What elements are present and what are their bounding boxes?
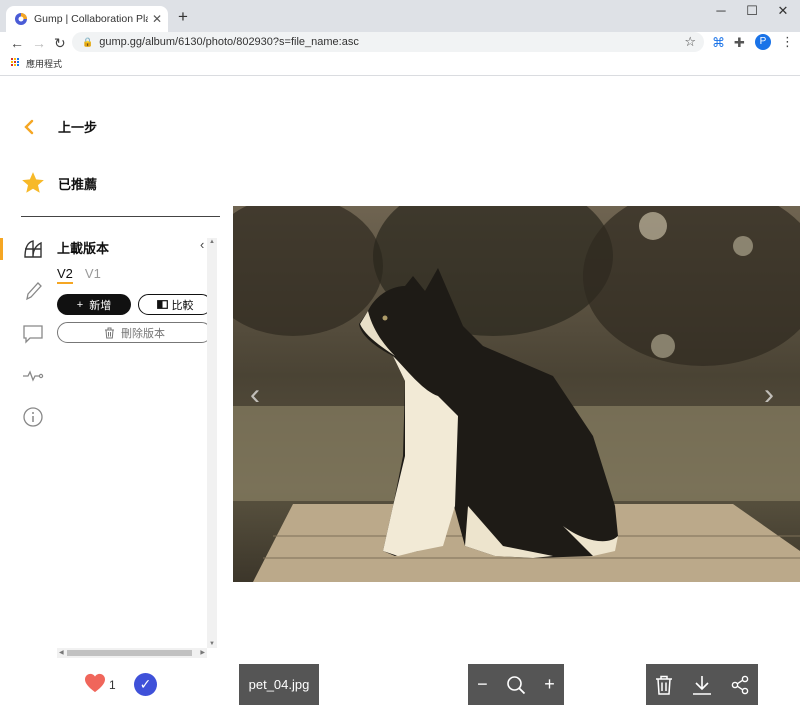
- bookmark-star-icon[interactable]: ☆: [684, 34, 696, 50]
- recommended-label: 已推薦: [58, 176, 98, 192]
- delete-photo-icon[interactable]: [655, 675, 673, 695]
- forward-arrow-icon[interactable]: →: [32, 35, 46, 51]
- delete-version-label: 刪除版本: [121, 327, 165, 340]
- tab-strip: Gump | Collaboration Platform ✕ + ─ ☐ ✕: [0, 0, 800, 32]
- scroll-right-icon[interactable]: ▶: [200, 649, 205, 656]
- minimize-button[interactable]: ─: [706, 3, 736, 18]
- add-version-button[interactable]: + 新增: [57, 294, 131, 315]
- profile-avatar[interactable]: P: [755, 34, 771, 50]
- browser-tab[interactable]: Gump | Collaboration Platform ✕: [6, 6, 168, 32]
- scroll-down-icon[interactable]: ▼: [209, 641, 215, 647]
- sidebar-divider: [21, 216, 220, 217]
- compare-label: 比較: [171, 299, 194, 312]
- lock-icon: 🔒: [82, 36, 94, 47]
- close-window-button[interactable]: ✕: [768, 3, 798, 19]
- back-arrow-icon[interactable]: ←: [10, 35, 24, 51]
- reload-icon[interactable]: ↻: [54, 35, 66, 52]
- scrollbar-thumb[interactable]: [67, 650, 192, 656]
- like-count: 1: [109, 678, 116, 692]
- star-icon: [22, 172, 44, 193]
- add-version-label: 新增: [89, 299, 112, 312]
- address-bar[interactable]: 🔒 gump.gg/album/6130/photo/802930?s=file…: [72, 32, 704, 52]
- delete-version-button[interactable]: 刪除版本: [57, 322, 212, 343]
- new-tab-button[interactable]: +: [178, 7, 188, 27]
- zoom-controls: − +: [468, 664, 564, 705]
- heart-icon[interactable]: [84, 673, 106, 693]
- recommended-toggle[interactable]: 已推薦: [20, 170, 97, 196]
- activity-icon[interactable]: [22, 364, 44, 386]
- download-icon[interactable]: [692, 675, 712, 695]
- comment-icon[interactable]: [22, 322, 44, 344]
- url-text[interactable]: gump.gg/album/6130/photo/802930?s=file_n…: [99, 36, 359, 48]
- approve-check-icon[interactable]: ✓: [134, 673, 157, 696]
- scroll-left-icon[interactable]: ◀: [59, 649, 64, 656]
- apps-grid-icon[interactable]: [11, 58, 20, 67]
- upload-version-title: 上載版本: [57, 241, 110, 256]
- trash-icon: [105, 327, 114, 338]
- versions-icon[interactable]: [22, 238, 44, 260]
- scroll-up-icon[interactable]: ▲: [209, 239, 215, 245]
- photo-actions: [646, 664, 758, 705]
- zoom-search-icon[interactable]: [506, 675, 526, 695]
- tab-title: Gump | Collaboration Platform: [34, 13, 148, 25]
- maximize-button[interactable]: ☐: [737, 3, 767, 19]
- info-icon[interactable]: [22, 406, 44, 428]
- back-label: 上一步: [58, 120, 98, 135]
- plus-icon: +: [76, 298, 84, 311]
- share-icon[interactable]: [731, 675, 749, 695]
- pencil-icon[interactable]: [22, 280, 44, 302]
- photo-preview[interactable]: [233, 206, 800, 582]
- back-button[interactable]: 上一步: [22, 117, 97, 136]
- extensions-puzzle-icon[interactable]: ✚: [734, 35, 745, 51]
- browser-menu-icon[interactable]: ⋮: [781, 34, 794, 50]
- tab-close-icon[interactable]: ✕: [152, 12, 162, 26]
- previous-photo-icon[interactable]: ‹: [250, 378, 260, 412]
- zoom-in-button[interactable]: +: [544, 674, 555, 695]
- zoom-out-button[interactable]: −: [477, 674, 488, 695]
- apps-bookmark-label[interactable]: 應用程式: [26, 57, 62, 70]
- bookmarks-bar: [0, 54, 800, 76]
- compare-button[interactable]: 比較: [138, 294, 212, 315]
- sidebar-vertical-scrollbar[interactable]: ▲ ▼: [207, 238, 217, 648]
- next-photo-icon[interactable]: ›: [764, 378, 774, 412]
- version-tab-v2[interactable]: V2: [57, 266, 73, 284]
- compare-icon: [156, 300, 168, 309]
- file-name: pet_04.jpg: [239, 664, 319, 705]
- chevron-left-icon: [24, 119, 34, 134]
- version-tab-v1[interactable]: V1: [85, 266, 101, 284]
- gump-favicon-icon: [15, 13, 27, 25]
- sidebar-horizontal-scrollbar[interactable]: ◀ ▶: [57, 648, 207, 658]
- translate-extension-icon[interactable]: ⌘: [712, 35, 725, 51]
- active-indicator: [0, 238, 3, 260]
- version-tabs: V2 V1: [57, 266, 101, 284]
- collapse-panel-icon[interactable]: ‹: [200, 237, 204, 252]
